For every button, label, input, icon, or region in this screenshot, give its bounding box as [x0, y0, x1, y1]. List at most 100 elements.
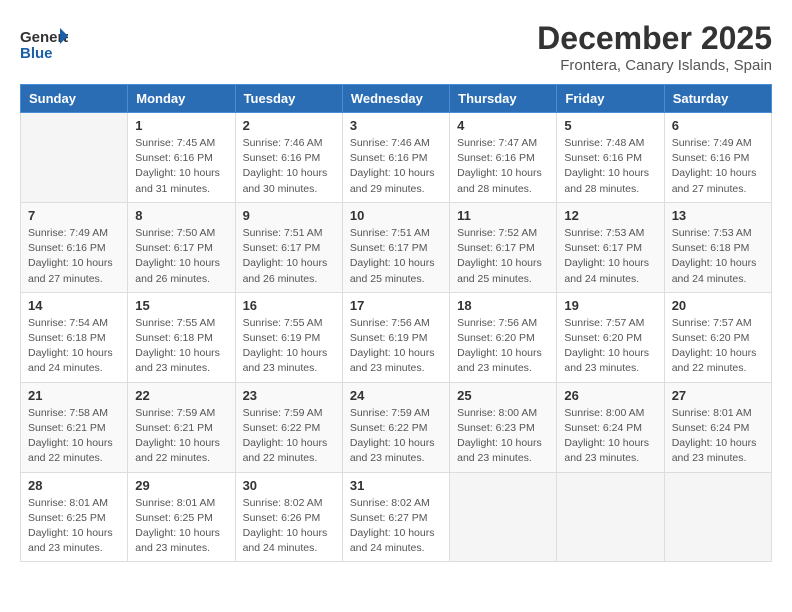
table-row — [21, 113, 128, 203]
day-number: 16 — [243, 298, 335, 313]
table-row: 22 Sunrise: 7:59 AM Sunset: 6:21 PM Dayl… — [128, 382, 235, 472]
day-info: Sunrise: 7:55 AM Sunset: 6:19 PM Dayligh… — [243, 316, 335, 377]
table-row: 20 Sunrise: 7:57 AM Sunset: 6:20 PM Dayl… — [664, 292, 771, 382]
table-row: 4 Sunrise: 7:47 AM Sunset: 6:16 PM Dayli… — [450, 113, 557, 203]
day-info: Sunrise: 7:49 AM Sunset: 6:16 PM Dayligh… — [28, 226, 120, 287]
day-number: 6 — [672, 118, 764, 133]
day-number: 22 — [135, 388, 227, 403]
day-info: Sunrise: 7:46 AM Sunset: 6:16 PM Dayligh… — [350, 136, 442, 197]
table-row: 19 Sunrise: 7:57 AM Sunset: 6:20 PM Dayl… — [557, 292, 664, 382]
day-info: Sunrise: 7:50 AM Sunset: 6:17 PM Dayligh… — [135, 226, 227, 287]
day-number: 11 — [457, 208, 549, 223]
header-saturday: Saturday — [664, 85, 771, 113]
table-row: 2 Sunrise: 7:46 AM Sunset: 6:16 PM Dayli… — [235, 113, 342, 203]
day-number: 5 — [564, 118, 656, 133]
calendar-table: Sunday Monday Tuesday Wednesday Thursday… — [20, 84, 772, 562]
table-row: 25 Sunrise: 8:00 AM Sunset: 6:23 PM Dayl… — [450, 382, 557, 472]
day-info: Sunrise: 7:56 AM Sunset: 6:20 PM Dayligh… — [457, 316, 549, 377]
table-row: 24 Sunrise: 7:59 AM Sunset: 6:22 PM Dayl… — [342, 382, 449, 472]
table-row: 10 Sunrise: 7:51 AM Sunset: 6:17 PM Dayl… — [342, 202, 449, 292]
calendar-week-row: 28 Sunrise: 8:01 AM Sunset: 6:25 PM Dayl… — [21, 472, 772, 562]
table-row: 7 Sunrise: 7:49 AM Sunset: 6:16 PM Dayli… — [21, 202, 128, 292]
day-info: Sunrise: 8:02 AM Sunset: 6:26 PM Dayligh… — [243, 496, 335, 557]
day-info: Sunrise: 8:01 AM Sunset: 6:24 PM Dayligh… — [672, 406, 764, 467]
day-number: 20 — [672, 298, 764, 313]
day-info: Sunrise: 8:01 AM Sunset: 6:25 PM Dayligh… — [135, 496, 227, 557]
day-info: Sunrise: 8:00 AM Sunset: 6:24 PM Dayligh… — [564, 406, 656, 467]
calendar-header-row: Sunday Monday Tuesday Wednesday Thursday… — [21, 85, 772, 113]
calendar-week-row: 14 Sunrise: 7:54 AM Sunset: 6:18 PM Dayl… — [21, 292, 772, 382]
calendar-week-row: 1 Sunrise: 7:45 AM Sunset: 6:16 PM Dayli… — [21, 113, 772, 203]
table-row: 14 Sunrise: 7:54 AM Sunset: 6:18 PM Dayl… — [21, 292, 128, 382]
day-info: Sunrise: 7:51 AM Sunset: 6:17 PM Dayligh… — [243, 226, 335, 287]
table-row — [557, 472, 664, 562]
day-number: 14 — [28, 298, 120, 313]
table-row: 15 Sunrise: 7:55 AM Sunset: 6:18 PM Dayl… — [128, 292, 235, 382]
table-row: 5 Sunrise: 7:48 AM Sunset: 6:16 PM Dayli… — [557, 113, 664, 203]
table-row: 16 Sunrise: 7:55 AM Sunset: 6:19 PM Dayl… — [235, 292, 342, 382]
day-number: 28 — [28, 478, 120, 493]
day-info: Sunrise: 7:46 AM Sunset: 6:16 PM Dayligh… — [243, 136, 335, 197]
day-number: 4 — [457, 118, 549, 133]
header-monday: Monday — [128, 85, 235, 113]
calendar-week-row: 7 Sunrise: 7:49 AM Sunset: 6:16 PM Dayli… — [21, 202, 772, 292]
day-info: Sunrise: 8:02 AM Sunset: 6:27 PM Dayligh… — [350, 496, 442, 557]
day-info: Sunrise: 7:48 AM Sunset: 6:16 PM Dayligh… — [564, 136, 656, 197]
table-row: 9 Sunrise: 7:51 AM Sunset: 6:17 PM Dayli… — [235, 202, 342, 292]
day-number: 13 — [672, 208, 764, 223]
page-header: General Blue December 2025 Frontera, Can… — [20, 20, 772, 74]
table-row: 31 Sunrise: 8:02 AM Sunset: 6:27 PM Dayl… — [342, 472, 449, 562]
table-row: 11 Sunrise: 7:52 AM Sunset: 6:17 PM Dayl… — [450, 202, 557, 292]
table-row: 27 Sunrise: 8:01 AM Sunset: 6:24 PM Dayl… — [664, 382, 771, 472]
header-friday: Friday — [557, 85, 664, 113]
table-row: 6 Sunrise: 7:49 AM Sunset: 6:16 PM Dayli… — [664, 113, 771, 203]
day-info: Sunrise: 7:53 AM Sunset: 6:18 PM Dayligh… — [672, 226, 764, 287]
day-info: Sunrise: 7:57 AM Sunset: 6:20 PM Dayligh… — [672, 316, 764, 377]
day-number: 17 — [350, 298, 442, 313]
table-row: 18 Sunrise: 7:56 AM Sunset: 6:20 PM Dayl… — [450, 292, 557, 382]
day-number: 21 — [28, 388, 120, 403]
table-row: 26 Sunrise: 8:00 AM Sunset: 6:24 PM Dayl… — [557, 382, 664, 472]
day-number: 25 — [457, 388, 549, 403]
day-info: Sunrise: 7:54 AM Sunset: 6:18 PM Dayligh… — [28, 316, 120, 377]
svg-text:Blue: Blue — [20, 45, 53, 62]
day-info: Sunrise: 7:58 AM Sunset: 6:21 PM Dayligh… — [28, 406, 120, 467]
day-info: Sunrise: 7:59 AM Sunset: 6:22 PM Dayligh… — [243, 406, 335, 467]
title-block: December 2025 Frontera, Canary Islands, … — [537, 20, 772, 74]
day-info: Sunrise: 7:52 AM Sunset: 6:17 PM Dayligh… — [457, 226, 549, 287]
day-number: 1 — [135, 118, 227, 133]
day-number: 31 — [350, 478, 442, 493]
day-info: Sunrise: 7:45 AM Sunset: 6:16 PM Dayligh… — [135, 136, 227, 197]
day-info: Sunrise: 7:59 AM Sunset: 6:21 PM Dayligh… — [135, 406, 227, 467]
day-info: Sunrise: 7:51 AM Sunset: 6:17 PM Dayligh… — [350, 226, 442, 287]
day-number: 10 — [350, 208, 442, 223]
header-wednesday: Wednesday — [342, 85, 449, 113]
day-number: 8 — [135, 208, 227, 223]
logo-icon: General Blue — [20, 20, 68, 68]
day-number: 7 — [28, 208, 120, 223]
table-row: 17 Sunrise: 7:56 AM Sunset: 6:19 PM Dayl… — [342, 292, 449, 382]
day-number: 27 — [672, 388, 764, 403]
day-number: 2 — [243, 118, 335, 133]
day-number: 15 — [135, 298, 227, 313]
table-row: 30 Sunrise: 8:02 AM Sunset: 6:26 PM Dayl… — [235, 472, 342, 562]
location-title: Frontera, Canary Islands, Spain — [537, 57, 772, 74]
day-number: 26 — [564, 388, 656, 403]
day-info: Sunrise: 7:57 AM Sunset: 6:20 PM Dayligh… — [564, 316, 656, 377]
table-row: 3 Sunrise: 7:46 AM Sunset: 6:16 PM Dayli… — [342, 113, 449, 203]
header-thursday: Thursday — [450, 85, 557, 113]
table-row — [664, 472, 771, 562]
table-row: 8 Sunrise: 7:50 AM Sunset: 6:17 PM Dayli… — [128, 202, 235, 292]
day-info: Sunrise: 7:56 AM Sunset: 6:19 PM Dayligh… — [350, 316, 442, 377]
logo: General Blue — [20, 20, 68, 68]
day-number: 30 — [243, 478, 335, 493]
day-number: 3 — [350, 118, 442, 133]
table-row: 28 Sunrise: 8:01 AM Sunset: 6:25 PM Dayl… — [21, 472, 128, 562]
day-info: Sunrise: 7:47 AM Sunset: 6:16 PM Dayligh… — [457, 136, 549, 197]
table-row: 12 Sunrise: 7:53 AM Sunset: 6:17 PM Dayl… — [557, 202, 664, 292]
table-row — [450, 472, 557, 562]
table-row: 13 Sunrise: 7:53 AM Sunset: 6:18 PM Dayl… — [664, 202, 771, 292]
day-info: Sunrise: 7:53 AM Sunset: 6:17 PM Dayligh… — [564, 226, 656, 287]
table-row: 21 Sunrise: 7:58 AM Sunset: 6:21 PM Dayl… — [21, 382, 128, 472]
day-number: 23 — [243, 388, 335, 403]
